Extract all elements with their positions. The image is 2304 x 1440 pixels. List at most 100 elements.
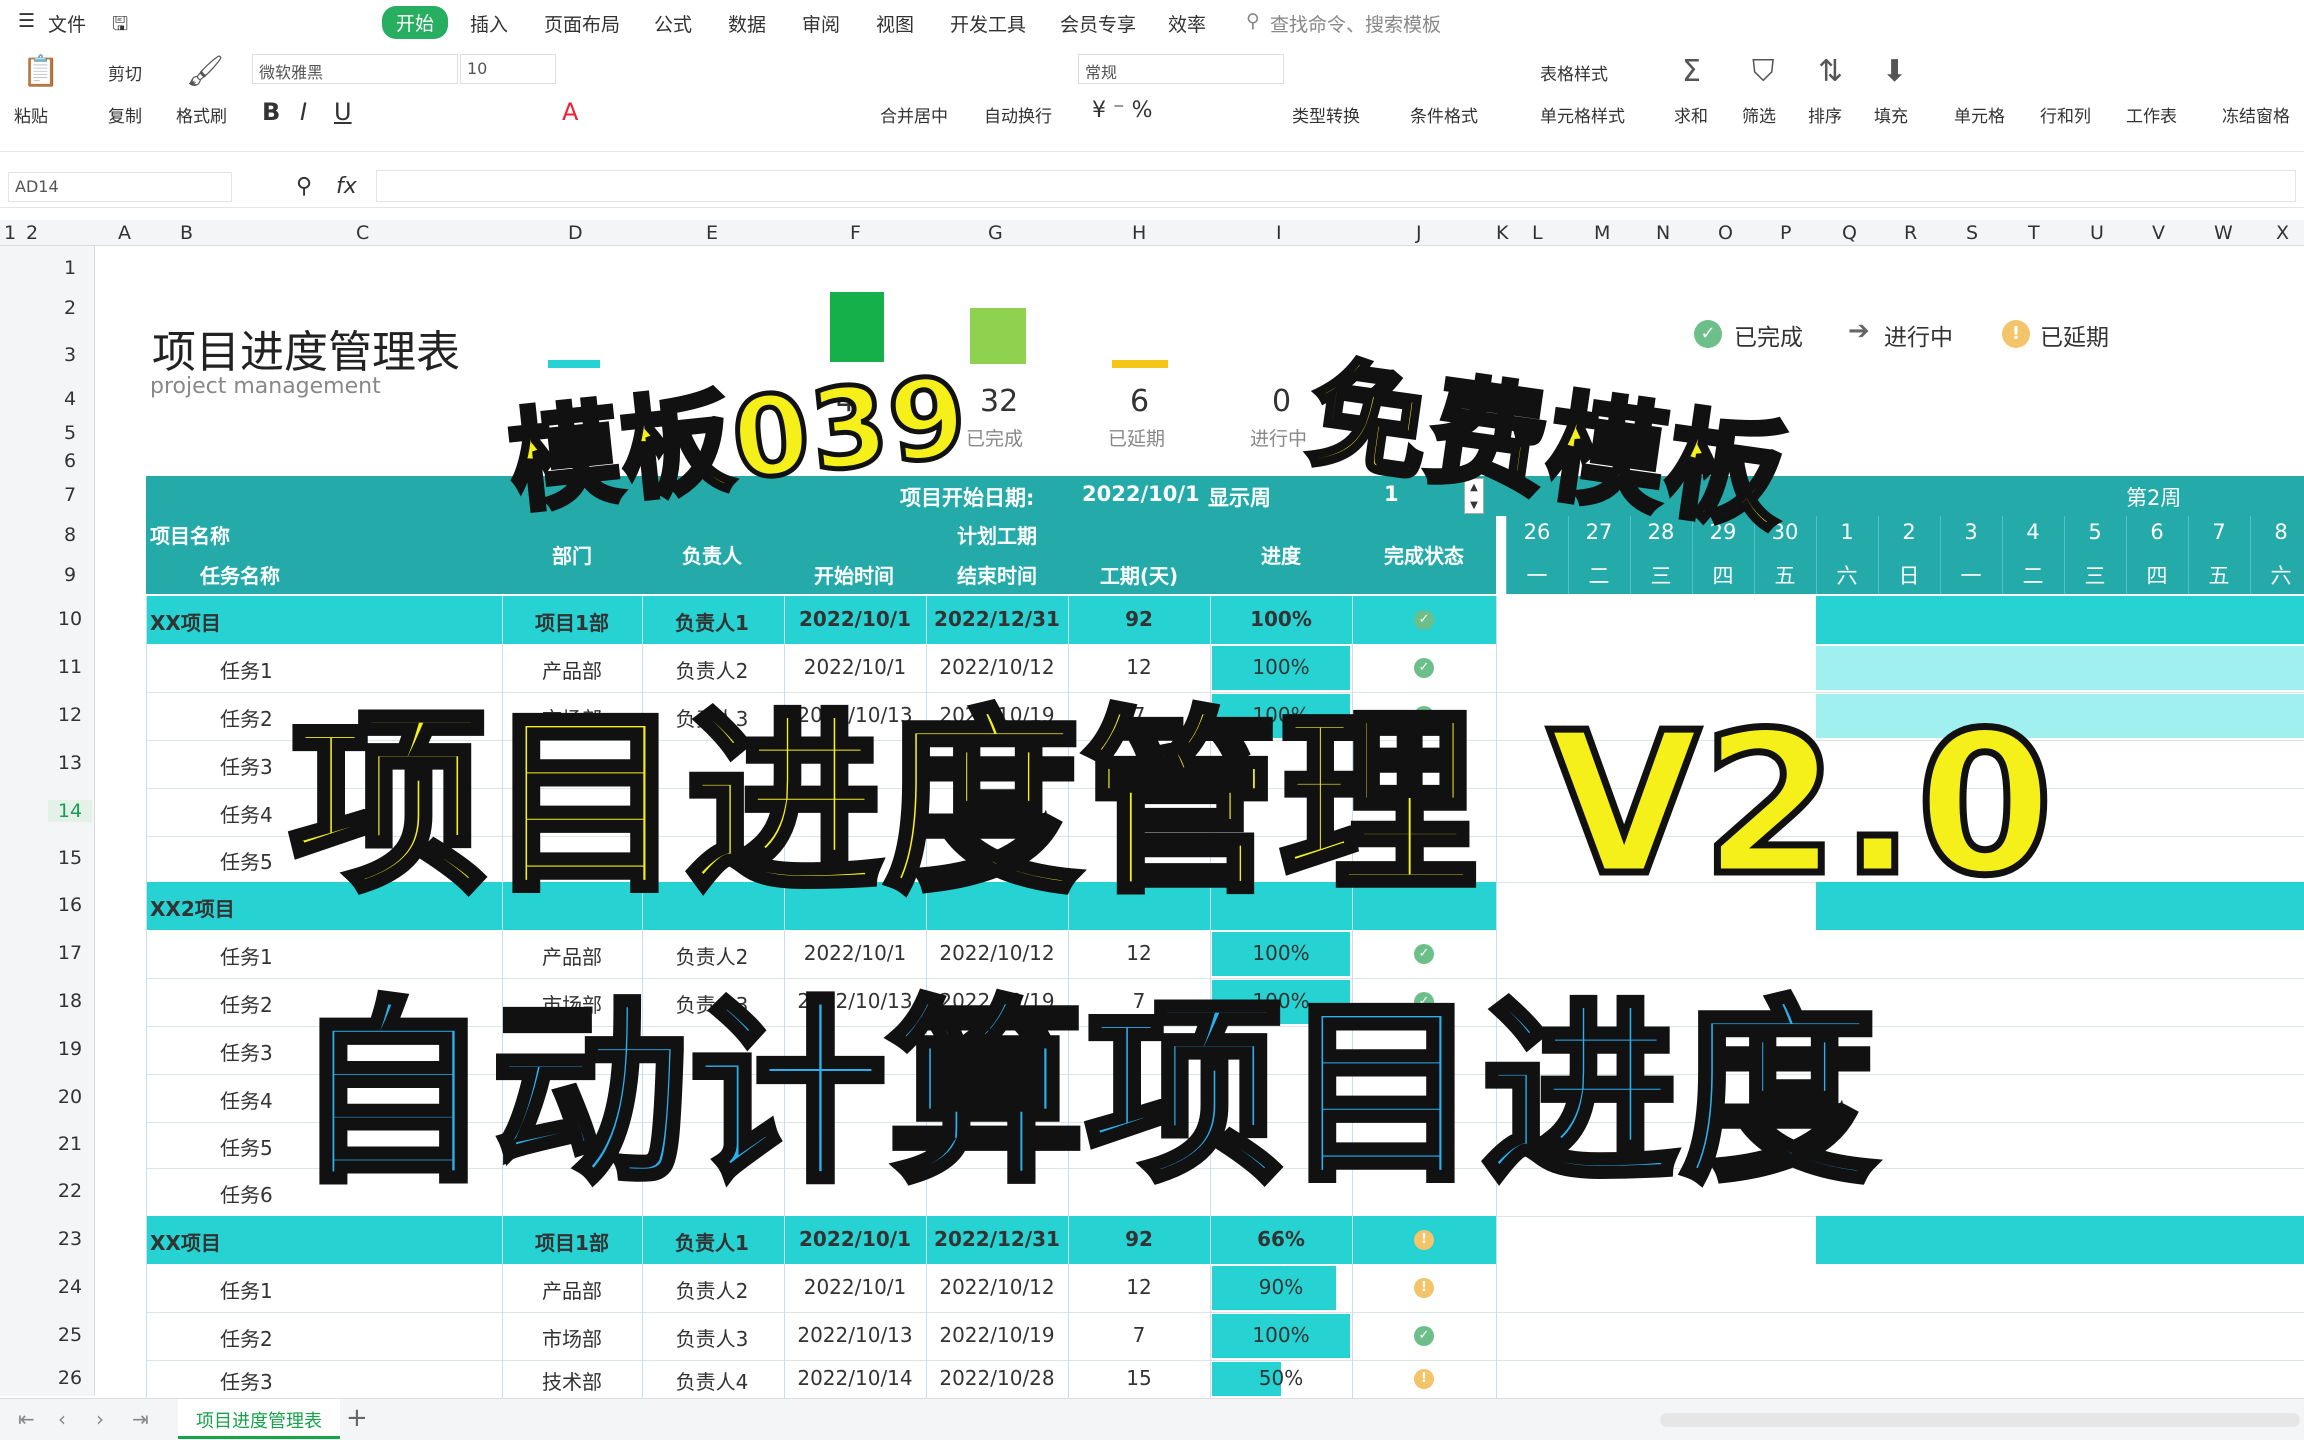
file-menu[interactable]: 文件 [48,10,86,37]
cell-name[interactable]: 任务2 [150,1323,500,1352]
tab-review[interactable]: 审阅 [802,10,840,37]
row-header[interactable]: 21 [48,1133,92,1155]
name-box[interactable]: AD14 [8,172,232,202]
column-header[interactable]: Q [1842,222,1857,244]
cell-start[interactable]: 2022/10/1 [784,607,926,631]
fill-icon[interactable]: ⬇ [1882,54,1907,89]
next-sheet-button[interactable]: › [96,1407,104,1431]
cell-dept[interactable]: 产品部 [502,941,642,970]
paste-button[interactable]: 粘贴 [14,102,48,127]
column-header[interactable]: K [1496,222,1508,244]
currency-button[interactable]: ¥ ⁻ % [1092,98,1153,123]
cell-days[interactable]: 15 [1068,1366,1210,1390]
freeze-panes-button[interactable]: 冻结窗格 [2222,102,2290,127]
number-format-select[interactable]: 常规 [1078,54,1284,84]
column-header[interactable]: A [118,222,131,244]
tab-data[interactable]: 数据 [728,10,766,37]
type-convert-button[interactable]: 类型转换 [1292,102,1360,127]
cell-name[interactable]: 任务1 [150,655,500,684]
row-header[interactable]: 11 [48,656,92,678]
cell-name[interactable]: XX项目 [150,1227,500,1256]
cell-progress[interactable]: 100% [1210,607,1352,631]
column-header[interactable]: D [568,222,583,244]
cell-owner[interactable]: 负责人3 [642,1323,782,1352]
column-header[interactable]: J [1416,222,1422,244]
copy-button[interactable]: 复制 [108,102,142,127]
tab-insert[interactable]: 插入 [470,10,508,37]
column-header[interactable]: R [1904,222,1917,244]
row-header[interactable]: 17 [48,942,92,964]
cell-dept[interactable]: 项目1部 [502,1227,642,1256]
italic-button[interactable]: I [300,98,307,126]
cell-start[interactable]: 2022/10/1 [784,655,926,679]
first-sheet-button[interactable]: ⇤ [18,1407,35,1431]
column-header[interactable]: P [1780,222,1791,244]
cell-end[interactable]: 2022/12/31 [926,607,1068,631]
cell-progress[interactable]: 100% [1210,1323,1352,1347]
row-header[interactable]: 13 [48,752,92,774]
cell-start[interactable]: 2022/10/13 [784,1323,926,1347]
format-painter-button[interactable]: 格式刷 [176,102,227,127]
worksheet-button[interactable]: 工作表 [2126,102,2177,127]
row-header[interactable]: 2 [48,297,92,319]
cell-dept[interactable]: 产品部 [502,1275,642,1304]
cell-end[interactable]: 2022/12/31 [926,1227,1068,1251]
cell-progress[interactable]: 100% [1210,941,1352,965]
column-header[interactable]: T [2028,222,2040,244]
cell-dept[interactable]: 产品部 [502,655,642,684]
column-header[interactable]: I [1276,222,1282,244]
outline-level-1[interactable]: 1 [4,222,16,244]
cell-owner[interactable]: 负责人4 [642,1366,782,1395]
last-sheet-button[interactable]: ⇥ [132,1407,149,1431]
command-search[interactable]: 查找命令、搜索模板 [1270,10,1441,37]
row-header[interactable]: 18 [48,990,92,1012]
tab-page-layout[interactable]: 页面布局 [544,10,620,37]
column-header[interactable]: F [850,222,861,244]
outline-level-2[interactable]: 2 [26,222,38,244]
cell-start[interactable]: 2022/10/1 [784,941,926,965]
cell-progress[interactable]: 66% [1210,1227,1352,1251]
zoom-icon[interactable]: ⚲ [296,174,312,199]
row-header[interactable]: 15 [48,847,92,869]
font-size-select[interactable]: 10 [460,54,556,84]
bold-button[interactable]: B [262,98,280,126]
sort-icon[interactable]: ⇅ [1818,54,1843,89]
cell-name[interactable]: 任务3 [150,1366,500,1395]
row-header[interactable]: 25 [48,1324,92,1346]
merge-center-button[interactable]: 合并居中 [880,102,948,127]
tab-home[interactable]: 开始 [382,6,449,39]
row-header[interactable]: 5 [48,422,92,444]
column-header[interactable]: O [1718,222,1733,244]
underline-button[interactable]: U [334,98,352,126]
cell-button[interactable]: 单元格 [1954,102,2005,127]
paste-icon[interactable]: 📋 [22,54,59,89]
row-header[interactable]: 6 [48,450,92,472]
cell-owner[interactable]: 负责人2 [642,1275,782,1304]
tab-developer[interactable]: 开发工具 [950,10,1026,37]
cell-progress[interactable]: 90% [1210,1275,1352,1299]
cell-start[interactable]: 2022/10/14 [784,1366,926,1390]
font-select[interactable]: 微软雅黑 [252,54,458,84]
column-header[interactable]: X [2276,222,2289,244]
sort-button[interactable]: 排序 [1808,102,1842,127]
table-style-button[interactable]: 表格样式 [1540,60,1608,85]
row-header[interactable]: 3 [48,344,92,366]
cell-owner[interactable]: 负责人2 [642,941,782,970]
row-header[interactable]: 16 [48,894,92,916]
cell-owner[interactable]: 负责人2 [642,655,782,684]
row-header[interactable]: 23 [48,1228,92,1250]
row-col-button[interactable]: 行和列 [2040,102,2091,127]
sheet-tab-active[interactable]: 项目进度管理表 [178,1399,340,1439]
column-header[interactable]: E [706,222,718,244]
column-header[interactable]: W [2214,222,2233,244]
cell-owner[interactable]: 负责人1 [642,607,782,636]
row-header[interactable]: 26 [48,1367,92,1389]
cell-days[interactable]: 7 [1068,1323,1210,1347]
start-date-value[interactable]: 2022/10/1 [1082,482,1200,506]
column-header[interactable]: M [1594,222,1610,244]
save-icon[interactable]: 🖫 [112,10,128,42]
fx-label[interactable]: fx [336,174,357,199]
cell-start[interactable]: 2022/10/1 [784,1275,926,1299]
cell-end[interactable]: 2022/10/28 [926,1366,1068,1390]
font-color-button[interactable]: A [562,98,578,126]
